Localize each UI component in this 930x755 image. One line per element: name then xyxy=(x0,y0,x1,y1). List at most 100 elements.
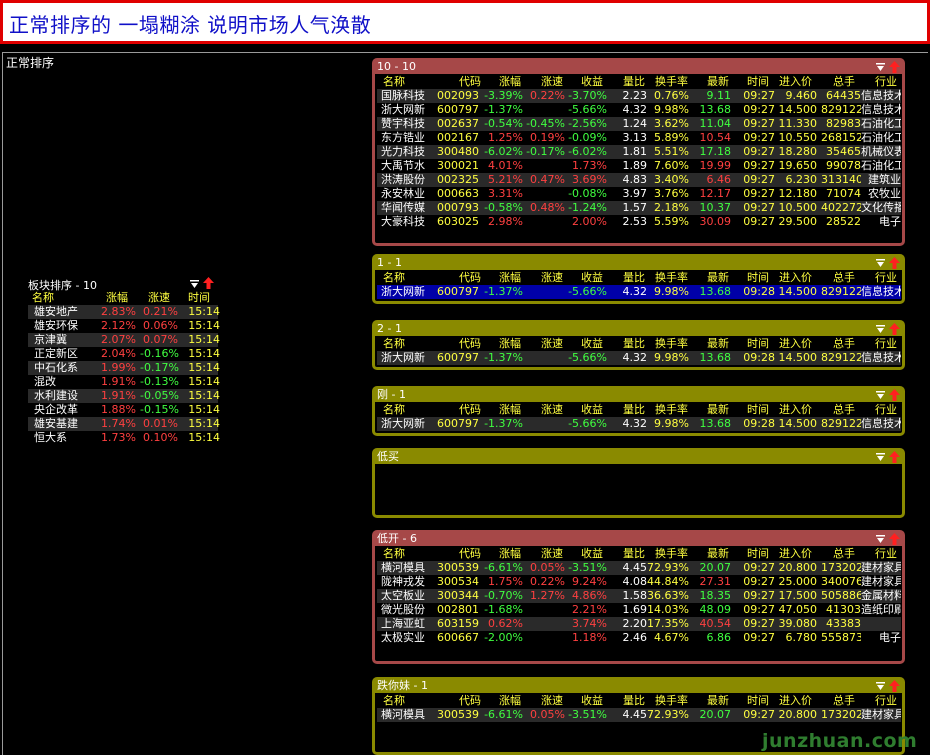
column-header-code[interactable]: 代码 xyxy=(459,547,481,561)
arrow-up-icon[interactable] xyxy=(203,277,214,289)
column-header-time[interactable]: 时间 xyxy=(747,75,769,89)
column-header-vol[interactable]: 总手 xyxy=(833,271,855,285)
stock-row[interactable]: 横河模具 300539 -6.61% 0.05% -3.51% 4.45 72.93% 20.… xyxy=(377,561,901,575)
column-header-chg[interactable]: 涨幅 xyxy=(499,403,521,417)
column-header-spd[interactable]: 涨速 xyxy=(541,75,563,89)
column-header-chg[interactable]: 涨幅 xyxy=(499,694,521,708)
stock-row[interactable]: 太空板业 300344 -0.70% 1.27% 4.86% 1.58 36.63% 18.3… xyxy=(377,589,901,603)
column-header-time[interactable]: 时间 xyxy=(747,337,769,351)
column-header-to[interactable]: 换手率 xyxy=(655,271,688,285)
column-header-code[interactable]: 代码 xyxy=(459,337,481,351)
column-header-time[interactable]: 时间 xyxy=(747,694,769,708)
sort-icon[interactable] xyxy=(876,391,885,399)
stock-row[interactable]: 光力科技 300480 -6.02% -0.17% -6.02% 1.81 5.51% 17.… xyxy=(377,145,901,159)
column-header-entry[interactable]: 进入价 xyxy=(779,694,812,708)
sort-icon[interactable] xyxy=(876,535,885,543)
column-header-code[interactable]: 代码 xyxy=(459,694,481,708)
column-header-chg[interactable]: 涨幅 xyxy=(499,75,521,89)
column-header-to[interactable]: 换手率 xyxy=(655,547,688,561)
column-header-vol[interactable]: 总手 xyxy=(833,547,855,561)
sector-row[interactable]: 正定新区 2.04% -0.16% 15:14 xyxy=(28,347,220,361)
sort-icon[interactable] xyxy=(876,453,885,461)
stock-row[interactable]: 浙大网新 600797 -1.37% -5.66% 4.32 9.98% 13.68 09:2… xyxy=(377,351,901,365)
stock-row[interactable]: 太极实业 600667 -2.00% 1.18% 2.46 4.67% 6.86 09:27 6… xyxy=(377,631,901,645)
stock-row[interactable]: 横河模具 300539 -6.61% 0.05% -3.51% 4.45 72.93% 20.… xyxy=(377,708,901,722)
column-header-vr[interactable]: 量比 xyxy=(623,271,645,285)
sort-icon[interactable] xyxy=(190,280,199,288)
column-header-last[interactable]: 最新 xyxy=(707,694,729,708)
column-header-ret[interactable]: 收益 xyxy=(581,694,603,708)
column-header-time[interactable]: 时间 xyxy=(747,403,769,417)
arrow-up-icon[interactable] xyxy=(889,61,900,73)
column-header-entry[interactable]: 进入价 xyxy=(779,403,812,417)
stock-row[interactable]: 上海亚虹 603159 0.62% 3.74% 2.20 17.35% 40.54 09:27… xyxy=(377,617,901,631)
column-header-name[interactable]: 名称 xyxy=(383,547,405,561)
stock-row[interactable]: 大豪科技 603025 2.98% 2.00% 2.53 5.59% 30.09 09:27 2… xyxy=(377,215,901,229)
column-header-vr[interactable]: 量比 xyxy=(623,75,645,89)
column-header-vol[interactable]: 总手 xyxy=(833,337,855,351)
column-header-last[interactable]: 最新 xyxy=(707,271,729,285)
column-header-name[interactable]: 名称 xyxy=(383,403,405,417)
column-header-last[interactable]: 最新 xyxy=(707,75,729,89)
column-header-ret[interactable]: 收益 xyxy=(581,337,603,351)
stock-row[interactable]: 洪涛股份 002325 5.21% 0.47% 3.69% 4.83 3.40% 6.46 09… xyxy=(377,173,901,187)
column-header-vol[interactable]: 总手 xyxy=(833,75,855,89)
column-header-chg[interactable]: 涨幅 xyxy=(499,547,521,561)
column-header-vr[interactable]: 量比 xyxy=(623,694,645,708)
column-header-code[interactable]: 代码 xyxy=(459,75,481,89)
stock-row[interactable]: 赞宇科技 002637 -0.54% -0.45% -2.56% 1.24 3.62% 11.… xyxy=(377,117,901,131)
column-header-entry[interactable]: 进入价 xyxy=(779,75,812,89)
sector-row[interactable]: 京津冀 2.07% 0.07% 15:14 xyxy=(28,333,220,347)
sector-col-name[interactable]: 名称 xyxy=(32,291,54,305)
sort-icon[interactable] xyxy=(876,259,885,267)
column-header-name[interactable]: 名称 xyxy=(383,337,405,351)
arrow-up-icon[interactable] xyxy=(889,389,900,401)
column-header-last[interactable]: 最新 xyxy=(707,403,729,417)
column-header-code[interactable]: 代码 xyxy=(459,403,481,417)
column-header-time[interactable]: 时间 xyxy=(747,547,769,561)
sector-col-chg[interactable]: 涨幅 xyxy=(106,291,128,305)
panel-title-bar[interactable]: 1 - 1 xyxy=(375,256,902,270)
panel-title-bar[interactable]: 2 - 1 xyxy=(375,322,902,336)
column-header-ret[interactable]: 收益 xyxy=(581,403,603,417)
column-header-ind[interactable]: 行业 xyxy=(875,547,897,561)
arrow-up-icon[interactable] xyxy=(889,323,900,335)
column-header-ind[interactable]: 行业 xyxy=(875,694,897,708)
column-header-entry[interactable]: 进入价 xyxy=(779,271,812,285)
sector-row[interactable]: 央企改革 1.88% -0.15% 15:14 xyxy=(28,403,220,417)
column-header-vol[interactable]: 总手 xyxy=(833,403,855,417)
column-header-to[interactable]: 换手率 xyxy=(655,694,688,708)
column-header-vr[interactable]: 量比 xyxy=(623,403,645,417)
column-header-spd[interactable]: 涨速 xyxy=(541,694,563,708)
sector-row[interactable]: 中石化系 1.99% -0.17% 15:14 xyxy=(28,361,220,375)
arrow-up-icon[interactable] xyxy=(889,533,900,545)
column-header-time[interactable]: 时间 xyxy=(747,271,769,285)
arrow-up-icon[interactable] xyxy=(889,451,900,463)
column-header-spd[interactable]: 涨速 xyxy=(541,403,563,417)
stock-row[interactable]: 永安林业 000663 3.31% -0.08% 3.97 3.76% 12.17 09:27… xyxy=(377,187,901,201)
column-header-ind[interactable]: 行业 xyxy=(875,271,897,285)
column-header-spd[interactable]: 涨速 xyxy=(541,271,563,285)
column-header-ind[interactable]: 行业 xyxy=(875,337,897,351)
column-header-ind[interactable]: 行业 xyxy=(875,403,897,417)
sort-icon[interactable] xyxy=(876,325,885,333)
column-header-vol[interactable]: 总手 xyxy=(833,694,855,708)
column-header-entry[interactable]: 进入价 xyxy=(779,337,812,351)
panel-title-bar[interactable]: 低开 - 6 xyxy=(375,532,902,546)
column-header-name[interactable]: 名称 xyxy=(383,75,405,89)
panel-title-bar[interactable]: 跌你妹 - 1 xyxy=(375,679,902,693)
panel-title-bar[interactable]: 10 - 10 xyxy=(375,60,902,74)
stock-row[interactable]: 浙大网新 600797 -1.37% -5.66% 4.32 9.98% 13.68 09:2… xyxy=(377,417,901,431)
column-header-chg[interactable]: 涨幅 xyxy=(499,337,521,351)
column-header-ind[interactable]: 行业 xyxy=(875,75,897,89)
column-header-last[interactable]: 最新 xyxy=(707,547,729,561)
column-header-ret[interactable]: 收益 xyxy=(581,547,603,561)
stock-row[interactable]: 浙大网新 600797 -1.37% -5.66% 4.32 9.98% 13.68 09:2… xyxy=(377,285,901,299)
column-header-vr[interactable]: 量比 xyxy=(623,337,645,351)
stock-row[interactable]: 大禹节水 300021 4.01% 1.73% 1.89 7.60% 19.99 09:27 1… xyxy=(377,159,901,173)
sector-row[interactable]: 雄安基建 1.74% 0.01% 15:14 xyxy=(28,417,220,431)
column-header-ret[interactable]: 收益 xyxy=(581,271,603,285)
column-header-vr[interactable]: 量比 xyxy=(623,547,645,561)
sort-icon[interactable] xyxy=(876,63,885,71)
column-header-to[interactable]: 换手率 xyxy=(655,75,688,89)
